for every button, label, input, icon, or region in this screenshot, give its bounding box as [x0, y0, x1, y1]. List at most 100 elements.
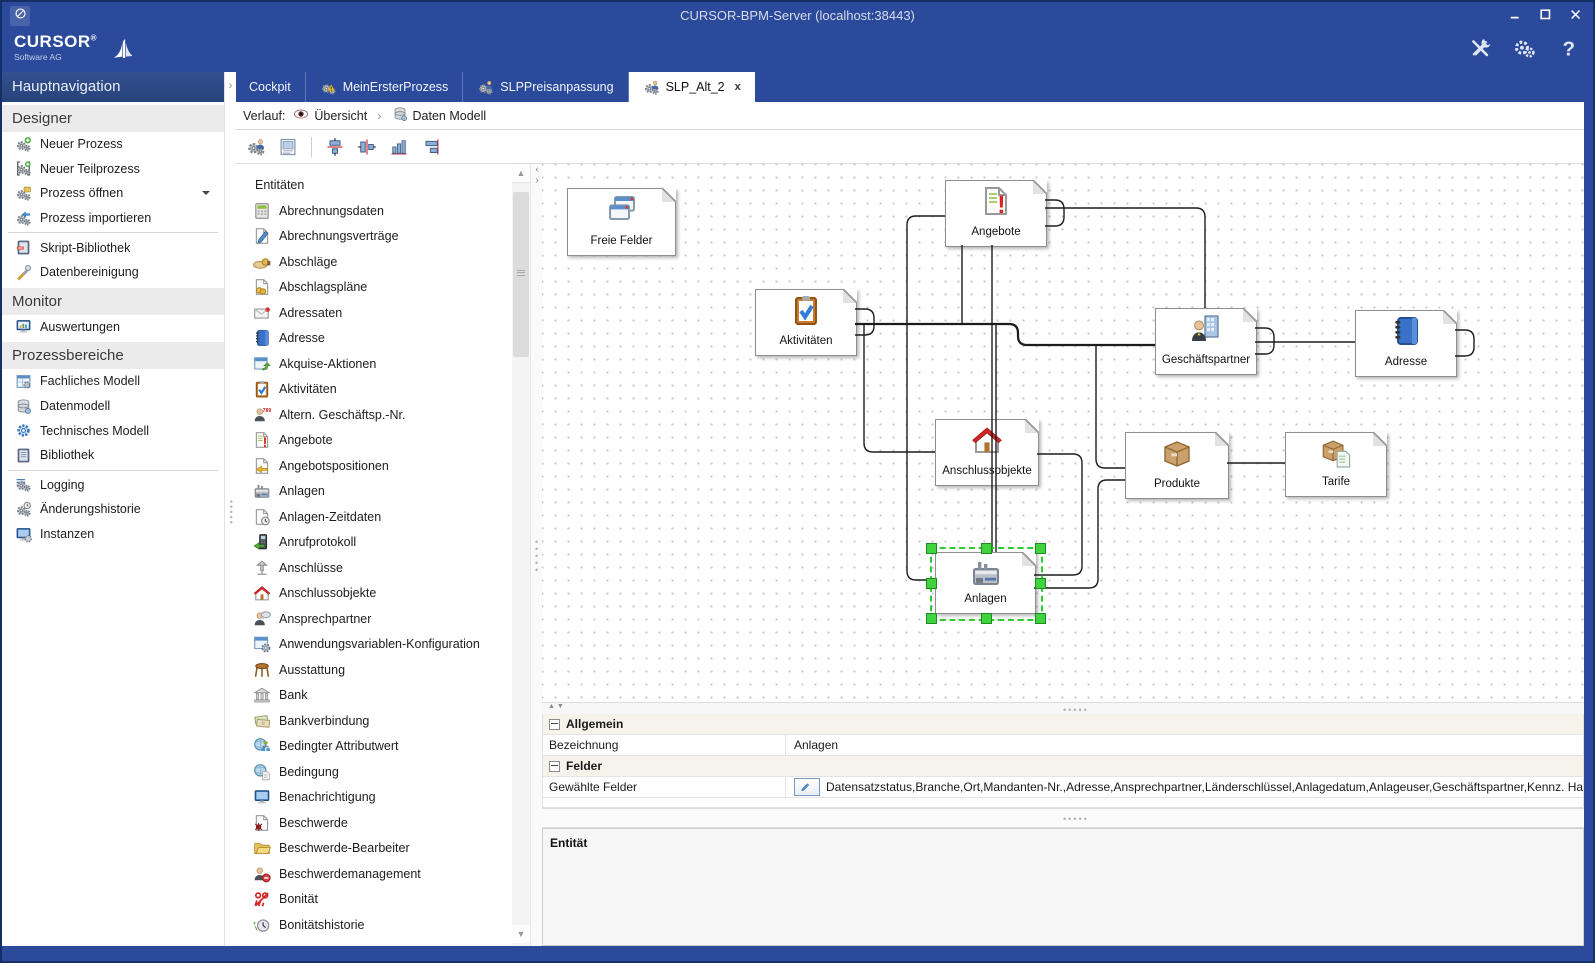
entity-item-abrechnungsvertr-ge[interactable]: Abrechnungsverträge — [235, 224, 512, 250]
entity-item-anschl-sse[interactable]: Anschlüsse — [235, 555, 512, 581]
tab-meinersterprozess[interactable]: MeinErsterProzess — [306, 72, 464, 102]
diagram-edge-angebote-selfloop[interactable] — [1045, 200, 1064, 226]
entity-item-ansprechpartner[interactable]: Ansprechpartner — [235, 606, 512, 632]
selection-handle[interactable] — [981, 543, 992, 554]
diagram-edge-adresse-selfloop[interactable] — [1455, 330, 1474, 356]
diagram-canvas[interactable]: Freie Felder !Angebote Aktivitäten Geschäft… — [542, 164, 1584, 702]
diagram-node-angebote[interactable]: !Angebote — [945, 180, 1047, 247]
entity-item-bonit-tshistorie[interactable]: Bonitätshistorie — [235, 912, 512, 938]
entity-item-anschlussobjekte[interactable]: Anschlussobjekte — [235, 581, 512, 607]
breadcrumb-item-uebersicht[interactable]: Übersicht — [293, 106, 367, 125]
entity-item-benachrichtigung[interactable]: Benachrichtigung — [235, 785, 512, 811]
minimize-button[interactable] — [1509, 8, 1523, 22]
entity-item-bank[interactable]: Bank — [235, 683, 512, 709]
entity-item-angebote[interactable]: !Angebote — [235, 428, 512, 454]
edit-fields-button[interactable] — [794, 778, 820, 796]
align-horizontal-button[interactable] — [354, 134, 380, 160]
diagram-node-anlagen[interactable]: Anlagen — [935, 552, 1036, 614]
entity-item-beschwerde-bearbeiter[interactable]: Beschwerde-Bearbeiter — [235, 836, 512, 862]
diagram-node-adresse[interactable]: Adresse — [1355, 310, 1457, 377]
entity-list-scrollbar[interactable]: ▲ ▼ — [512, 164, 530, 946]
sidebar-item-prozess-importieren[interactable]: Prozess importieren — [2, 206, 224, 231]
tab-slppreisanpassung[interactable]: SLPPreisanpassung — [463, 72, 628, 102]
entity-item-aktivit-ten[interactable]: Aktivitäten — [235, 377, 512, 403]
process-tool-button[interactable] — [243, 134, 269, 160]
entity-item-akquise-aktionen[interactable]: Akquise-Aktionen — [235, 351, 512, 377]
vertical-splitter-grip[interactable]: ••••• — [535, 539, 538, 574]
sidebar-splitter-grip[interactable]: ••••• — [228, 500, 234, 526]
collapse-icon[interactable] — [549, 719, 560, 730]
diagram-node-freie_felder[interactable]: Freie Felder — [567, 188, 676, 256]
selection-handle[interactable] — [1035, 543, 1046, 554]
sidebar-item-logging[interactable]: Logging — [2, 473, 224, 498]
diagram-edge-bus-anschlussobjekte[interactable] — [864, 324, 935, 452]
entity-item-adressaten[interactable]: Adressaten — [235, 300, 512, 326]
scroll-down-icon[interactable]: ▼ — [512, 925, 530, 943]
entity-item-bedingung[interactable]: Bedingung — [235, 759, 512, 785]
entity-item-bankverbindung[interactable]: Bankverbindung — [235, 708, 512, 734]
diagram-edge-bus-produkte[interactable] — [1096, 345, 1125, 468]
diagram-edge-aktivitaeten-geschaeftspartner[interactable] — [855, 324, 1155, 345]
diagram-node-geschaeftspartner[interactable]: Geschäftspartner — [1155, 308, 1257, 375]
entity-item-beschwerde[interactable]: Beschwerde — [235, 810, 512, 836]
report-tool-button[interactable] — [275, 134, 301, 160]
entity-item-anlagen-zeitdaten[interactable]: Anlagen-Zeitdaten — [235, 504, 512, 530]
sidebar-item-instanzen[interactable]: Instanzen — [2, 522, 224, 547]
entity-item-abrechnungsdaten[interactable]: Abrechnungsdaten — [235, 198, 512, 224]
diagram-node-aktivitaeten[interactable]: Aktivitäten — [755, 289, 857, 356]
help-button[interactable]: ? — [1557, 36, 1579, 58]
property-row-bezeichnung[interactable]: BezeichnungAnlagen — [543, 735, 1583, 756]
horizontal-splitter-bottom[interactable]: ••••• — [542, 808, 1584, 828]
selection-handle[interactable] — [981, 613, 992, 624]
diagram-edge-anschlussobjekte-anlagen[interactable] — [1034, 454, 1082, 575]
selection-handle[interactable] — [926, 543, 937, 554]
entity-item-abschl-ge[interactable]: Abschläge — [235, 249, 512, 275]
diagram-node-produkte[interactable]: Produkte — [1125, 432, 1229, 499]
entity-item-anrufprotokoll[interactable]: Anrufprotokoll — [235, 530, 512, 556]
horizontal-splitter-grip-2[interactable]: ••••• — [1063, 814, 1089, 824]
sidebar-item-technisches-modell[interactable]: Technisches Modell — [2, 418, 224, 443]
sidebar-item-auswertungen[interactable]: Auswertungen — [2, 315, 224, 340]
entity-item-bedingter-attributwert[interactable]: Bedingter Attributwert — [235, 734, 512, 760]
tab-cockpit[interactable]: Cockpit — [235, 72, 306, 102]
entity-item-anlagen[interactable]: Anlagen — [235, 479, 512, 505]
diagram-edge-produkte-anlagen[interactable] — [1034, 480, 1125, 588]
property-row-gew-hlte-felder[interactable]: Gewählte FelderDatensatzstatus,Branche,O… — [543, 777, 1583, 798]
align-right-button[interactable] — [418, 134, 444, 160]
entity-item-beschwerdemanagement[interactable]: Beschwerdemanagement — [235, 861, 512, 887]
breadcrumb-item-daten-modell[interactable]: Daten Modell — [392, 106, 487, 125]
entity-item-bonit-t[interactable]: Bonität — [235, 887, 512, 913]
diagram-edge-aktivitaeten-selfloop[interactable] — [855, 309, 874, 335]
selection-handle[interactable] — [926, 613, 937, 624]
sidebar-item-bibliothek[interactable]: Bibliothek — [2, 443, 224, 468]
tab-close-icon[interactable]: x — [735, 81, 741, 93]
selection-handle[interactable] — [926, 578, 937, 589]
chevron-down-icon[interactable] — [202, 191, 210, 199]
sidebar-item-nderungshistorie[interactable]: Änderungshistorie — [2, 497, 224, 522]
diagram-node-tarife[interactable]: Tarife — [1285, 432, 1387, 497]
diagram-node-anschlussobjekte[interactable]: Anschlussobjekte — [935, 419, 1039, 486]
scrollbar-thumb[interactable] — [513, 192, 529, 357]
diagram-edge-angebote-anlagen-left[interactable] — [907, 216, 945, 580]
sidebar-item-skript-bibliothek[interactable]: Skript-Bibliothek — [2, 235, 224, 260]
close-button[interactable] — [1569, 8, 1583, 22]
align-vertical-button[interactable] — [322, 134, 348, 160]
collapse-icon[interactable] — [549, 761, 560, 772]
entity-item-angebotspositionen[interactable]: Angebotspositionen — [235, 453, 512, 479]
sidebar-item-datenbereinigung[interactable]: Datenbereinigung — [2, 260, 224, 285]
property-group-felder[interactable]: Felder — [543, 756, 1583, 777]
tools-button[interactable] — [1469, 36, 1491, 58]
entity-item-anwendungsvariablen-konfiguration[interactable]: Anwendungsvariablen-Konfiguration — [235, 632, 512, 658]
tab-slp-alt-2[interactable]: SLP_Alt_2x — [629, 72, 755, 102]
entity-item-ausstattung[interactable]: Ausstattung — [235, 657, 512, 683]
sidebar-item-datenmodell[interactable]: Datenmodell — [2, 394, 224, 419]
maximize-button[interactable] — [1539, 8, 1553, 22]
entity-item-abschlagspl-ne[interactable]: Abschlagspläne — [235, 275, 512, 301]
selection-handle[interactable] — [1035, 613, 1046, 624]
entity-item-altern-gesch-ftsp-nr[interactable]: 789Altern. Geschäftsp.-Nr. — [235, 402, 512, 428]
property-group-allgemein[interactable]: Allgemein — [543, 714, 1583, 735]
settings-button[interactable] — [1513, 36, 1535, 58]
sidebar-item-prozess-ffnen[interactable]: Prozess öffnen — [2, 181, 224, 206]
arrange-chart-button[interactable] — [386, 134, 412, 160]
sidebar-item-fachliches-modell[interactable]: Fachliches Modell — [2, 369, 224, 394]
